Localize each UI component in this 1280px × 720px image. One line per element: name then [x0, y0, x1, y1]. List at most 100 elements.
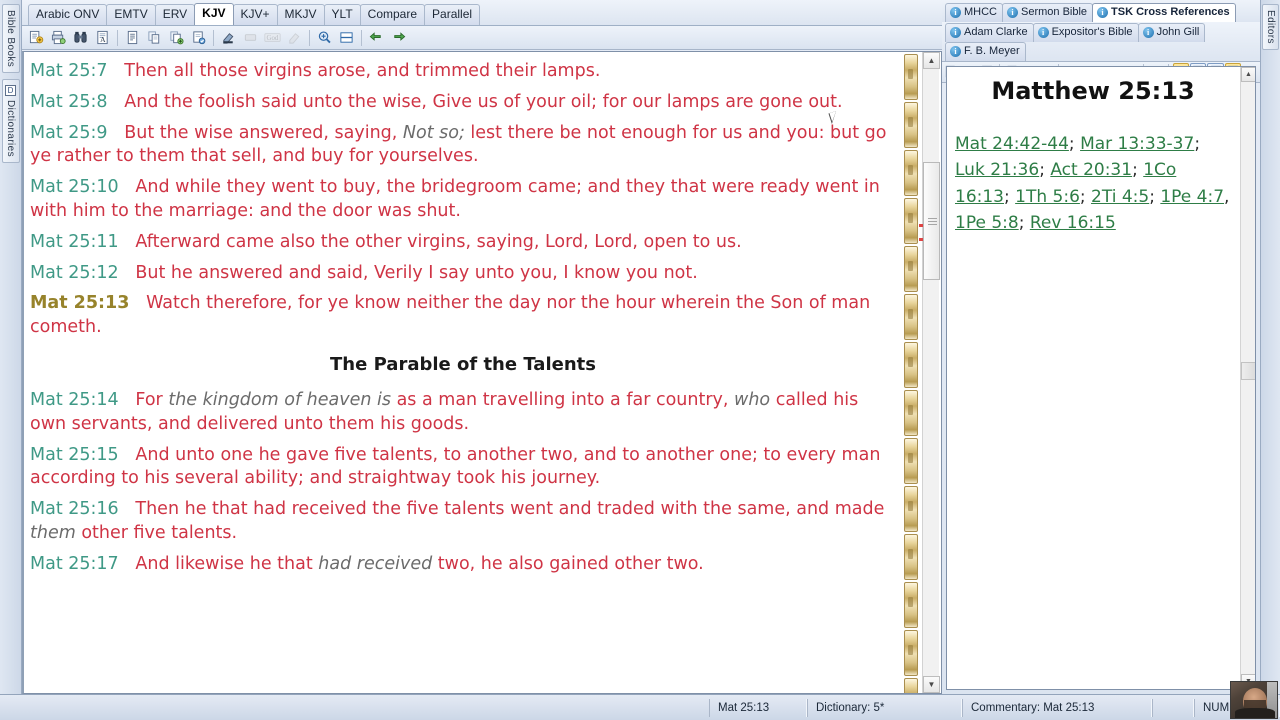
- verse-text: Watch therefore, for ye know neither the…: [30, 293, 871, 338]
- tab-erv[interactable]: ERV: [154, 4, 196, 25]
- new-window-icon[interactable]: [26, 28, 47, 48]
- info-icon: i: [950, 7, 961, 18]
- tab-label: Adam Clarke: [964, 26, 1028, 38]
- search-page-icon[interactable]: A: [92, 28, 113, 48]
- verse-reference[interactable]: Mat 25:9: [30, 123, 108, 143]
- strongs-god-icon[interactable]: God: [262, 28, 283, 48]
- info-icon: i: [1037, 27, 1049, 38]
- verse-reference[interactable]: Mat 25:11: [30, 232, 119, 252]
- tab-kjv-plus[interactable]: KJV+: [232, 4, 278, 25]
- verse-row[interactable]: Mat 25:7 Then all those virgins arose, a…: [30, 60, 896, 84]
- scrollbar-thumb[interactable]: [1241, 362, 1255, 380]
- verse-row[interactable]: Mat 25:12 But he answered and said, Veri…: [30, 262, 896, 286]
- xref-link[interactable]: Rev 16:15: [1030, 213, 1116, 233]
- cross-references-area[interactable]: Matthew 25:13 Mat 24:42-44; Mar 13:33-37…: [946, 66, 1256, 690]
- tab-john-gill[interactable]: i John Gill: [1137, 23, 1206, 42]
- cross-references-content: Matthew 25:13 Mat 24:42-44; Mar 13:33-37…: [947, 67, 1239, 236]
- verse-row[interactable]: Mat 25:15 And unto one he gave five tale…: [30, 444, 896, 492]
- sidebar-item-bible-books[interactable]: Bible Books: [1, 4, 20, 74]
- scroll-up-arrow-icon[interactable]: ▲: [1241, 67, 1255, 82]
- verse-row[interactable]: Mat 25:11 Afterward came also the other …: [30, 231, 896, 255]
- verse-reference[interactable]: Mat 25:14: [30, 390, 119, 410]
- xref-link[interactable]: 1Pe 4:7: [1160, 187, 1224, 207]
- verse-reference[interactable]: Mat 25:10: [30, 177, 119, 197]
- bible-text-area[interactable]: Mat 25:7 Then all those virgins arose, a…: [22, 51, 942, 694]
- verse-reference[interactable]: Mat 25:15: [30, 445, 119, 465]
- sidebar-item-dictionaries[interactable]: D Dictionaries: [1, 79, 20, 164]
- print-icon[interactable]: [48, 28, 69, 48]
- tab-kjv[interactable]: KJV: [194, 3, 234, 25]
- xref-link[interactable]: Mat 24:42-44: [955, 134, 1069, 154]
- verse-row[interactable]: Mat 25:14 For the kingdom of heaven is a…: [30, 389, 896, 437]
- tab-fb-meyer[interactable]: i F. B. Meyer: [945, 42, 1026, 61]
- svg-text:God: God: [267, 35, 279, 42]
- highlight-icon[interactable]: [218, 28, 239, 48]
- verse-row[interactable]: Mat 25:9 But the wise answered, saying, …: [30, 122, 896, 170]
- tab-compare[interactable]: Compare: [359, 4, 426, 25]
- verse-text: But he answered and said, Verily I say u…: [135, 262, 698, 283]
- verse-reference[interactable]: Mat 25:12: [30, 263, 119, 283]
- tab-label: MHCC: [964, 6, 997, 18]
- tab-adam-clarke[interactable]: i Adam Clarke: [945, 23, 1034, 42]
- verse-ref-icon[interactable]: [284, 28, 305, 48]
- tab-tsk-cross-references[interactable]: i TSK Cross References: [1092, 3, 1236, 22]
- copy-verse-icon[interactable]: [166, 28, 187, 48]
- scroll-down-arrow-icon[interactable]: ▼: [923, 676, 940, 693]
- cross-references-list: Mat 24:42-44; Mar 13:33-37; Luk 21:36; A…: [955, 131, 1231, 236]
- verse-reference[interactable]: Mat 25:7: [30, 61, 108, 81]
- highlight-clear-icon[interactable]: [240, 28, 261, 48]
- verse-reference[interactable]: Mat 25:17: [30, 554, 119, 574]
- xref-link[interactable]: 1Pe 5:8: [955, 213, 1019, 233]
- notes-icon[interactable]: [122, 28, 143, 48]
- sidebar-item-editors[interactable]: Editors: [1262, 4, 1279, 50]
- bible-vertical-scrollbar[interactable]: ▲ ▼: [919, 52, 940, 693]
- scroll-icon: [904, 438, 918, 484]
- tab-mkjv[interactable]: MKJV: [276, 4, 325, 25]
- verse-reference[interactable]: Mat 25:16: [30, 499, 119, 519]
- sidebar-item-label: Editors: [1265, 10, 1276, 44]
- verse-row[interactable]: Mat 25:17 And likewise he that had recei…: [30, 553, 896, 577]
- tab-sermon-bible[interactable]: i Sermon Bible: [1002, 3, 1094, 22]
- tab-label: TSK Cross References: [1111, 6, 1230, 18]
- tab-mhcc[interactable]: i MHCC: [945, 3, 1003, 22]
- tab-expositors-bible[interactable]: i Expositor's Bible: [1032, 23, 1139, 42]
- scroll-icon: [904, 294, 918, 340]
- left-dock: Bible Books D Dictionaries: [0, 0, 22, 694]
- verse-reference[interactable]: Mat 25:8: [30, 92, 108, 112]
- commentary-tabs-row-2: i Adam Clarke i Expositor's Bible i John…: [942, 22, 1260, 61]
- search-binoculars-icon[interactable]: [70, 28, 91, 48]
- commentary-panel: i MHCC i Sermon Bible i TSK Cross Refere…: [942, 0, 1260, 694]
- scroll-icon: [904, 534, 918, 580]
- scrollbar-thumb[interactable]: [923, 162, 940, 280]
- xref-sep: ;: [1194, 134, 1201, 154]
- verse-row[interactable]: Mat 25:16 Then he that had received the …: [30, 498, 896, 546]
- nav-back-icon[interactable]: [366, 28, 387, 48]
- verse-text: Afterward came also the other virgins, s…: [135, 231, 742, 252]
- svg-text:A: A: [100, 35, 106, 44]
- status-empty: [0, 699, 709, 717]
- xref-sep: ;: [1018, 213, 1030, 234]
- verse-reference-active[interactable]: Mat 25:13: [30, 293, 129, 313]
- xref-link[interactable]: Act 20:31: [1050, 160, 1132, 180]
- verse-row[interactable]: Mat 25:8 And the foolish said unto the w…: [30, 91, 896, 115]
- scroll-up-arrow-icon[interactable]: ▲: [923, 52, 940, 69]
- copy-icon[interactable]: [144, 28, 165, 48]
- tab-parallel[interactable]: Parallel: [424, 4, 481, 25]
- paste-verse-icon[interactable]: [188, 28, 209, 48]
- tab-emtv[interactable]: EMTV: [106, 4, 156, 25]
- verse-row[interactable]: Mat 25:10 And while they went to buy, th…: [30, 176, 896, 224]
- scroll-icon: [904, 630, 918, 676]
- tab-arabic-onv[interactable]: Arabic ONV: [28, 4, 108, 25]
- commentary-vertical-scrollbar[interactable]: ▲ ▼: [1240, 67, 1255, 689]
- split-view-icon[interactable]: [336, 28, 357, 48]
- xref-link[interactable]: Luk 21:36: [955, 160, 1039, 180]
- xref-link[interactable]: 1Th 5:6: [1015, 187, 1080, 207]
- right-dock: Editors: [1260, 0, 1280, 694]
- xref-sep: ;: [1004, 186, 1016, 207]
- verse-row-active[interactable]: Mat 25:13 Watch therefore, for ye know n…: [30, 292, 896, 340]
- xref-link[interactable]: 2Ti 4:5: [1091, 187, 1149, 207]
- xref-link[interactable]: Mar 13:33-37: [1080, 134, 1194, 154]
- nav-forward-icon[interactable]: [388, 28, 409, 48]
- tab-ylt[interactable]: YLT: [323, 4, 361, 25]
- zoom-in-icon[interactable]: [314, 28, 335, 48]
